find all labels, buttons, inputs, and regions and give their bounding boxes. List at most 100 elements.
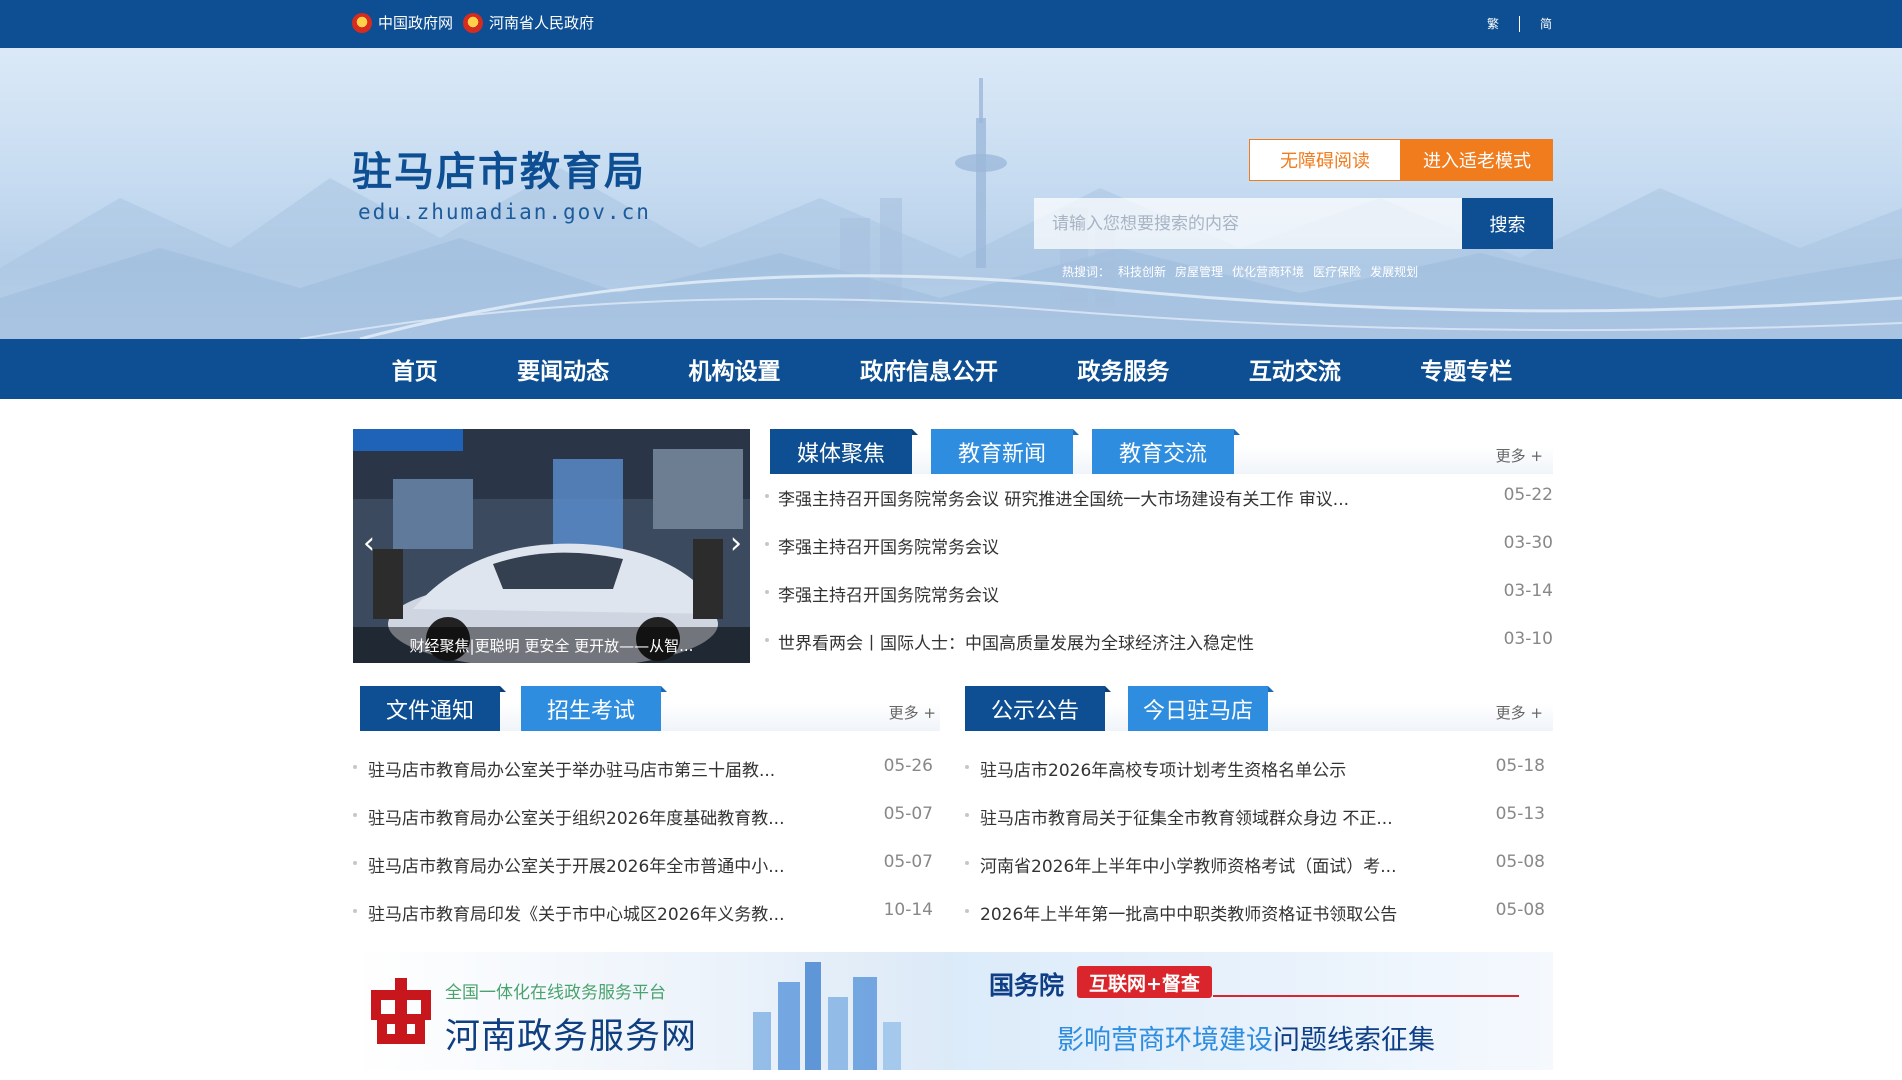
nav-item-gov-info[interactable]: 政府信息公开 (860, 352, 998, 386)
list-item[interactable]: 河南省2026年上半年中小学教师资格考试（面试）考... 05-08 (965, 852, 1545, 877)
list-item[interactable]: 李强主持召开国务院常务会议 03-30 (765, 533, 1553, 558)
notice-title[interactable]: 2026年上半年第一批高中中职类教师资格证书领取公告 (980, 900, 1440, 925)
notice-title[interactable]: 驻马店市2026年高校专项计划考生资格名单公示 (980, 756, 1440, 781)
lang-simplified[interactable]: 简 (1540, 15, 1552, 32)
list-item[interactable]: 李强主持召开国务院常务会议 研究推进全国统一大市场建设有关工作 审议... 05… (765, 485, 1553, 510)
tab-file-notices[interactable]: 文件通知 (360, 686, 506, 731)
national-emblem-icon (352, 12, 372, 33)
list-item[interactable]: 驻马店市教育局关于征集全市教育领域群众身边 不正... 05-13 (965, 804, 1545, 829)
doc-title[interactable]: 驻马店市教育局办公室关于开展2026年全市普通中小... (368, 852, 828, 877)
language-switch: 繁 简 (1487, 15, 1552, 32)
list-item[interactable]: 驻马店市教育局印发《关于市中心城区2026年义务教... 10-14 (353, 900, 933, 925)
nav-item-topics[interactable]: 专题专栏 (1420, 352, 1512, 386)
bullet (353, 909, 357, 913)
list-item[interactable]: 驻马店市教育局办公室关于举办驻马店市第三十届教... 05-26 (353, 756, 933, 781)
lang-traditional[interactable]: 繁 (1487, 15, 1499, 32)
site-title: 驻马店市教育局 (352, 148, 646, 195)
tab-enrollment-exams[interactable]: 招生考试 (521, 686, 667, 731)
nav-item-home[interactable]: 首页 (392, 352, 438, 386)
state-council-subtitle: 影响营商环境建设问题线索征集 (1057, 1018, 1435, 1057)
list-item[interactable]: 驻马店市教育局办公室关于开展2026年全市普通中小... 05-07 (353, 852, 933, 877)
hot-word-4[interactable]: 医疗保险 (1313, 263, 1361, 280)
hot-word-3[interactable]: 优化营商环境 (1232, 263, 1304, 280)
list-item[interactable]: 2026年上半年第一批高中中职类教师资格证书领取公告 05-08 (965, 900, 1545, 925)
hot-word-5[interactable]: 发展规划 (1370, 263, 1418, 280)
tab-public-notices[interactable]: 公示公告 (965, 686, 1111, 731)
news-more-link[interactable]: 更多 + (1496, 445, 1543, 466)
list-item[interactable]: 李强主持召开国务院常务会议 03-14 (765, 581, 1553, 606)
bullet (965, 765, 969, 769)
photo-slider[interactable]: ‹ › 财经聚焦|更聪明 更安全 更开放——从智... (353, 429, 750, 663)
nav-item-organization[interactable]: 机构设置 (689, 352, 781, 386)
bullet (765, 494, 769, 498)
list-item[interactable]: 驻马店市2026年高校专项计划考生资格名单公示 05-18 (965, 756, 1545, 781)
bullet (965, 909, 969, 913)
tab-education-news[interactable]: 教育新闻 (931, 429, 1079, 474)
tab-education-exchange[interactable]: 教育交流 (1092, 429, 1240, 474)
site-domain: edu.zhumadian.gov.cn (358, 200, 651, 224)
notice-date: 05-08 (1495, 900, 1545, 920)
news-title[interactable]: 李强主持召开国务院常务会议 研究推进全国统一大市场建设有关工作 审议... (778, 485, 1458, 510)
tab-today-zhumadian[interactable]: 今日驻马店 (1128, 686, 1274, 731)
nav-item-interaction[interactable]: 互动交流 (1249, 352, 1341, 386)
bullet (965, 813, 969, 817)
docs-tabs: 文件通知 招生考试 更多 + (360, 686, 940, 731)
accessibility-button[interactable]: 无障碍阅读 (1249, 139, 1401, 181)
subtitle-highlight: 影响营商环境建设 (1057, 1025, 1273, 1056)
slider-next-icon[interactable]: › (730, 529, 742, 559)
bottom-banner: 全国一体化在线政务服务平台 河南政务服务网 国务院 互联网+督查 影响营商环境建… (353, 952, 1553, 1070)
slider-prev-icon[interactable]: ‹ (363, 529, 375, 559)
hot-word-1[interactable]: 科技创新 (1118, 263, 1166, 280)
top-links: 中国政府网 河南省人民政府 (352, 12, 594, 33)
search-button[interactable]: 搜索 (1462, 198, 1553, 249)
doc-date: 05-07 (883, 804, 933, 824)
news-tabs: 媒体聚焦 教育新闻 教育交流 更多 + (770, 429, 1553, 474)
notice-title[interactable]: 驻马店市教育局关于征集全市教育领域群众身边 不正... (980, 804, 1440, 829)
slider-caption[interactable]: 财经聚焦|更聪明 更安全 更开放——从智... (353, 627, 750, 663)
bullet (353, 765, 357, 769)
list-item[interactable]: 世界看两会丨国际人士：中国高质量发展为全球经济注入稳定性 03-10 (765, 629, 1553, 654)
henan-service-banner[interactable]: 全国一体化在线政务服务平台 河南政务服务网 (353, 952, 953, 1070)
notice-date: 05-13 (1495, 804, 1545, 824)
elder-mode-button[interactable]: 进入适老模式 (1401, 139, 1553, 181)
notice-date: 05-18 (1495, 756, 1545, 776)
bullet (765, 590, 769, 594)
nav-item-services[interactable]: 政务服务 (1077, 352, 1169, 386)
news-date: 03-10 (1503, 629, 1553, 649)
state-council-banner[interactable]: 国务院 互联网+督查 影响营商环境建设问题线索征集 (953, 952, 1553, 1070)
link-china-gov[interactable]: 中国政府网 (352, 12, 453, 33)
top-bar: 中国政府网 河南省人民政府 繁 简 (0, 0, 1902, 48)
notice-tabs: 公示公告 今日驻马店 更多 + (965, 686, 1553, 731)
notice-more-link[interactable]: 更多 + (1496, 702, 1543, 723)
doc-title[interactable]: 驻马店市教育局办公室关于举办驻马店市第三十届教... (368, 756, 828, 781)
docs-list: 驻马店市教育局办公室关于举办驻马店市第三十届教... 05-26 驻马店市教育局… (353, 756, 933, 926)
doc-date: 05-26 (883, 756, 933, 776)
notice-title[interactable]: 河南省2026年上半年中小学教师资格考试（面试）考... (980, 852, 1440, 877)
bullet (765, 638, 769, 642)
bullet (965, 861, 969, 865)
subtitle-rest: 问题线索征集 (1273, 1025, 1435, 1056)
national-emblem-icon (463, 12, 484, 33)
cityscape-background (0, 78, 1902, 339)
doc-title[interactable]: 驻马店市教育局办公室关于组织2026年度基础教育教... (368, 804, 828, 829)
skyline-graphic (753, 962, 901, 1070)
notice-date: 05-08 (1495, 852, 1545, 872)
docs-more-link[interactable]: 更多 + (889, 702, 936, 723)
hot-search-words: 热搜词： 科技创新 房屋管理 优化营商环境 医疗保险 发展规划 (1062, 263, 1427, 280)
list-item[interactable]: 驻马店市教育局办公室关于组织2026年度基础教育教... 05-07 (353, 804, 933, 829)
state-council-title: 国务院 (989, 971, 1065, 1000)
news-title[interactable]: 李强主持召开国务院常务会议 (778, 533, 1458, 558)
news-title[interactable]: 世界看两会丨国际人士：中国高质量发展为全球经济注入稳定性 (778, 629, 1458, 654)
nav-item-news[interactable]: 要闻动态 (517, 352, 609, 386)
henan-service-logo-icon (371, 978, 431, 1044)
tab-media-focus[interactable]: 媒体聚焦 (770, 429, 918, 474)
news-title[interactable]: 李强主持召开国务院常务会议 (778, 581, 1458, 606)
doc-title[interactable]: 驻马店市教育局印发《关于市中心城区2026年义务教... (368, 900, 828, 925)
platform-subtitle: 全国一体化在线政务服务平台 (445, 983, 666, 1003)
link-henan-gov[interactable]: 河南省人民政府 (463, 12, 594, 33)
bullet (765, 542, 769, 546)
search-input[interactable] (1034, 198, 1462, 249)
news-date: 03-30 (1503, 533, 1553, 553)
header-banner: 驻马店市教育局 edu.zhumadian.gov.cn 无障碍阅读 进入适老模… (0, 48, 1902, 339)
hot-word-2[interactable]: 房屋管理 (1175, 263, 1223, 280)
